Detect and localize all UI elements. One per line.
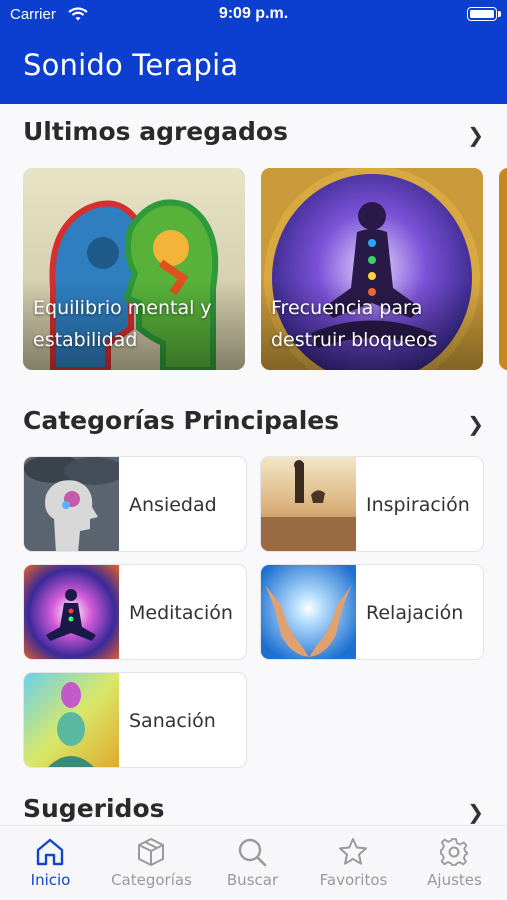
latest-card-title: Equilibrio mental y estabilidad — [33, 297, 212, 351]
relaxation-image — [261, 565, 356, 659]
chevron-right-icon[interactable]: ❯ — [467, 800, 484, 824]
latest-section-header[interactable]: Ultimos agregados ❯ — [23, 117, 488, 153]
latest-card[interactable] — [499, 168, 507, 370]
clock: 9:09 p.m. — [218, 5, 289, 22]
latest-card-title: Frecuencia para destruir bloqueos — [271, 297, 438, 351]
tab-favoritos[interactable]: Favoritos — [303, 826, 404, 900]
header: Sonido Terapia — [0, 30, 507, 104]
meditation-image — [24, 565, 119, 659]
search-icon — [238, 838, 267, 867]
category-card-sanacion[interactable]: Sanación — [23, 672, 247, 768]
categories-section-header[interactable]: Categorías Principales ❯ — [23, 406, 488, 442]
box-icon — [138, 838, 164, 866]
latest-card[interactable]: Equilibrio mental y estabilidad — [23, 168, 245, 370]
anxiety-image — [24, 457, 119, 551]
inspiration-image — [261, 457, 356, 551]
tab-label: Favoritos — [319, 871, 388, 889]
app-title: Sonido Terapia — [23, 48, 239, 82]
star-icon — [339, 838, 367, 865]
category-label: Relajación — [366, 602, 464, 624]
tab-label: Categorías — [111, 871, 192, 889]
tab-ajustes[interactable]: Ajustes — [404, 826, 505, 900]
tab-label: Inicio — [30, 871, 71, 889]
category-card-meditacion[interactable]: Meditación — [23, 564, 247, 660]
tab-label: Ajustes — [427, 871, 482, 889]
chevron-right-icon[interactable]: ❯ — [467, 123, 484, 147]
tab-inicio[interactable]: Inicio — [0, 826, 101, 900]
category-label: Inspiración — [366, 494, 470, 516]
category-label: Sanación — [129, 710, 216, 732]
category-card-ansiedad[interactable]: Ansiedad — [23, 456, 247, 552]
latest-carousel[interactable]: Equilibrio mental y estabilidad Frecuenc… — [23, 168, 507, 370]
healing-image — [24, 673, 119, 767]
category-card-inspiracion[interactable]: Inspiración — [260, 456, 484, 552]
tab-categorias[interactable]: Categorías — [101, 826, 202, 900]
gear-icon — [440, 838, 468, 866]
category-label: Meditación — [129, 602, 233, 624]
battery-icon — [467, 7, 501, 21]
chevron-right-icon[interactable]: ❯ — [467, 412, 484, 436]
suggested-section-title: Sugeridos — [23, 794, 165, 823]
latest-card[interactable]: Frecuencia para destruir bloqueos — [261, 168, 483, 370]
tab-buscar[interactable]: Buscar — [202, 826, 303, 900]
category-card-relajacion[interactable]: Relajación — [260, 564, 484, 660]
category-label: Ansiedad — [129, 494, 217, 516]
status-bar: Carrier 9:09 p.m. — [0, 0, 507, 30]
latest-section-title: Ultimos agregados — [23, 117, 288, 146]
tab-label: Buscar — [226, 871, 279, 889]
tab-bar: Inicio Categorías Buscar Favoritos Ajust… — [0, 825, 507, 900]
home-icon — [36, 838, 64, 866]
categories-section-title: Categorías Principales — [23, 406, 340, 435]
